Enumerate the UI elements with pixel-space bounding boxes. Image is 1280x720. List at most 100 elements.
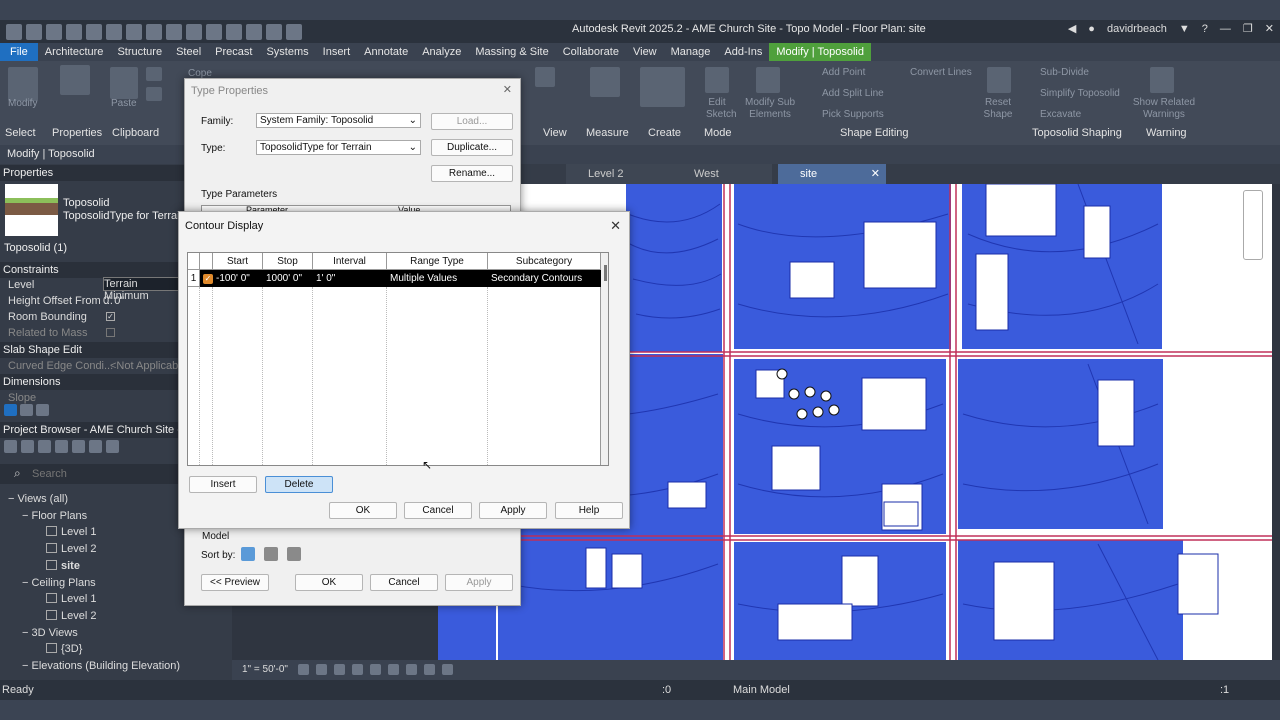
tree-item[interactable]: − 3D Views xyxy=(22,627,78,639)
ok-button[interactable]: OK xyxy=(329,502,397,519)
tag-icon[interactable] xyxy=(186,23,202,40)
close-icon[interactable]: ✕ xyxy=(503,83,512,96)
crop-view-icon[interactable] xyxy=(370,664,381,675)
tab-manage[interactable]: Manage xyxy=(664,43,718,61)
sort-ascending-icon[interactable] xyxy=(4,404,17,416)
shape-editing-group-label[interactable]: Shape Editing xyxy=(840,127,909,139)
range-type-cell[interactable]: Multiple Values xyxy=(387,270,457,287)
interval-cell[interactable]: 1' 0" xyxy=(313,270,335,287)
simplify-toposolid-button[interactable]: Simplify Toposolid xyxy=(1040,88,1120,99)
tab-architecture[interactable]: Architecture xyxy=(38,43,111,61)
edit-sketch-icon[interactable] xyxy=(705,67,729,93)
add-point-button[interactable]: Add Point xyxy=(822,67,865,78)
visual-style-icon[interactable] xyxy=(316,664,327,675)
browser-view-icon[interactable] xyxy=(21,440,34,453)
warning-tool-icon[interactable] xyxy=(1150,67,1174,93)
delete-button[interactable]: Delete xyxy=(265,476,333,493)
excavate-button[interactable]: Excavate xyxy=(1040,109,1081,120)
tree-item[interactable]: − Ceiling Plans xyxy=(22,577,96,589)
select-group-label[interactable]: Select xyxy=(5,127,36,139)
restore-icon[interactable]: ❐ xyxy=(1243,22,1253,35)
duplicate-button[interactable]: Duplicate... xyxy=(431,139,513,156)
tree-item[interactable]: {3D} xyxy=(46,643,82,655)
sun-path-icon[interactable] xyxy=(334,664,345,675)
3d-view-icon[interactable] xyxy=(226,23,242,40)
tab-file[interactable]: File xyxy=(0,43,38,61)
tab-structure[interactable]: Structure xyxy=(110,43,169,61)
tree-item[interactable]: − Elevations (Building Elevation) xyxy=(22,660,180,672)
tab-site[interactable]: site ✕ xyxy=(778,164,886,184)
height-offset-value[interactable]: 0' 0" xyxy=(103,293,124,309)
open-icon[interactable] xyxy=(26,23,42,40)
type-name[interactable]: ToposolidType for Terrain xyxy=(63,210,186,222)
sort-az-icon[interactable] xyxy=(20,404,33,416)
tab-steel[interactable]: Steel xyxy=(169,43,208,61)
reset-shape-icon[interactable] xyxy=(987,67,1011,93)
minimize-icon[interactable]: — xyxy=(1220,23,1231,35)
navigation-bar[interactable] xyxy=(1243,190,1263,260)
save-icon[interactable] xyxy=(46,23,62,40)
tree-item[interactable]: Level 2 xyxy=(46,543,96,555)
tree-item[interactable]: − Views (all) xyxy=(8,493,68,505)
detail-level-icon[interactable] xyxy=(298,664,309,675)
rename-button[interactable]: Rename... xyxy=(431,165,513,182)
close-icon[interactable]: ✕ xyxy=(610,218,621,234)
aligned-dimension-icon[interactable] xyxy=(166,23,182,40)
switch-windows-icon[interactable] xyxy=(286,23,302,40)
measure-tool-icon[interactable] xyxy=(590,67,620,97)
help-icon[interactable]: ? xyxy=(1202,23,1208,35)
print-icon[interactable] xyxy=(126,23,142,40)
family-select[interactable]: System Family: Toposolid ⌄ xyxy=(256,113,421,128)
add-split-line-button[interactable]: Add Split Line xyxy=(822,88,884,99)
tree-item[interactable]: − Floor Plans xyxy=(22,510,87,522)
tab-west[interactable]: West xyxy=(672,164,772,184)
cancel-button[interactable]: Cancel xyxy=(404,502,472,519)
close-icon[interactable]: ✕ xyxy=(1265,22,1274,35)
insert-button[interactable]: Insert xyxy=(189,476,257,493)
cut-icon[interactable] xyxy=(146,67,162,81)
view-scale[interactable]: 1" = 50'-0" xyxy=(242,664,288,675)
tab-massing-site[interactable]: Massing & Site xyxy=(468,43,555,61)
sort-ascending-icon[interactable] xyxy=(264,547,278,561)
apply-button[interactable]: Apply xyxy=(479,502,547,519)
sub-divide-button[interactable]: Sub-Divide xyxy=(1040,67,1089,78)
tree-item[interactable]: Level 1 xyxy=(46,526,96,538)
copy-icon[interactable] xyxy=(146,87,162,101)
close-tab-icon[interactable]: ✕ xyxy=(871,164,880,184)
start-cell[interactable]: -100' 0" xyxy=(213,270,250,287)
browser-sheet-icon[interactable] xyxy=(55,440,68,453)
temporary-hide-icon[interactable] xyxy=(424,664,435,675)
undo-icon[interactable] xyxy=(86,23,102,40)
stop-cell[interactable]: 1000' 0" xyxy=(263,270,302,287)
user-icon[interactable]: ● xyxy=(1088,23,1095,35)
type-select[interactable]: ToposolidType for Terrain ⌄ xyxy=(256,140,421,155)
sync-icon[interactable] xyxy=(66,23,82,40)
tab-systems[interactable]: Systems xyxy=(259,43,315,61)
browser-link-icon[interactable] xyxy=(106,440,119,453)
type-properties-icon[interactable] xyxy=(60,65,90,95)
instance-selector[interactable]: Toposolid (1) xyxy=(4,242,67,254)
search-help-icon[interactable]: ◀ xyxy=(1068,22,1076,35)
sort-za-icon[interactable] xyxy=(36,404,49,416)
browser-home-icon[interactable] xyxy=(4,440,17,453)
selection-filter-count[interactable]: :1 xyxy=(1220,684,1229,696)
tab-precast[interactable]: Precast xyxy=(208,43,259,61)
tab-analyze[interactable]: Analyze xyxy=(415,43,468,61)
tab-view[interactable]: View xyxy=(626,43,664,61)
help-button[interactable]: Help xyxy=(555,502,623,519)
text-icon[interactable] xyxy=(206,23,222,40)
browser-family-icon[interactable] xyxy=(72,440,85,453)
user-name[interactable]: davidrbeach xyxy=(1107,23,1167,35)
tree-item[interactable]: site xyxy=(46,559,80,572)
cancel-button[interactable]: Cancel xyxy=(370,574,438,591)
modify-sub-elements-icon[interactable] xyxy=(756,67,780,93)
browser-group-icon[interactable] xyxy=(89,440,102,453)
browser-schedule-icon[interactable] xyxy=(38,440,51,453)
unlock-3d-icon[interactable] xyxy=(406,664,417,675)
tab-insert[interactable]: Insert xyxy=(316,43,358,61)
room-bounding-checkbox[interactable]: ✓ xyxy=(106,312,115,321)
preview-button[interactable]: << Preview xyxy=(201,574,269,591)
sort-grouped-icon[interactable] xyxy=(241,547,255,561)
tab-add-ins[interactable]: Add-Ins xyxy=(717,43,769,61)
close-hidden-icon[interactable] xyxy=(266,23,282,40)
